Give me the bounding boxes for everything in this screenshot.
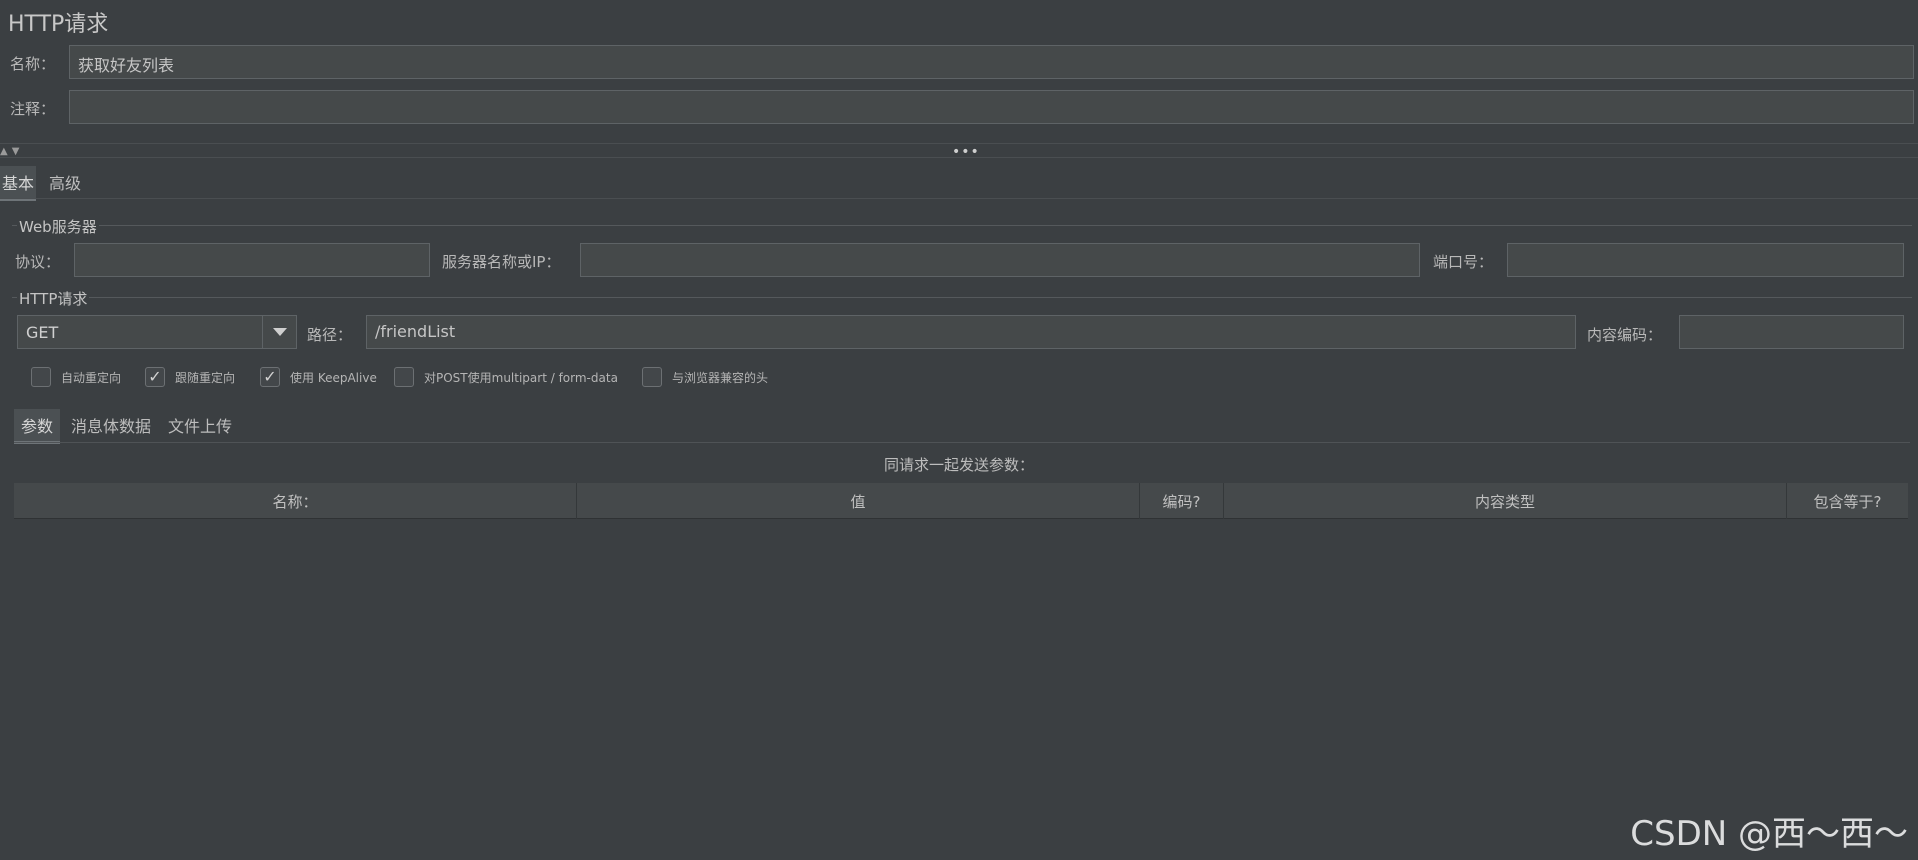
path-input[interactable]: /friendList [366, 315, 1576, 349]
keepalive-label: 使用 KeepAlive [290, 370, 377, 385]
server-name-input[interactable] [580, 243, 1420, 277]
follow-redirect-option[interactable]: ✓ 跟随重定向 [145, 367, 235, 387]
column-encode[interactable]: 编码? [1140, 483, 1224, 519]
column-value[interactable]: 值 [577, 483, 1140, 519]
column-content-type[interactable]: 内容类型 [1224, 483, 1787, 519]
content-encoding-label: 内容编码： [1587, 326, 1663, 344]
auto-redirect-label: 自动重定向 [61, 370, 122, 385]
web-server-group-label: Web服务器 [17, 216, 99, 237]
protocol-label: 协议： [15, 253, 61, 271]
tab-basic[interactable]: 基本 [0, 166, 37, 201]
column-include-equals[interactable]: 包含等于? [1787, 483, 1908, 519]
keepalive-option[interactable]: ✓ 使用 KeepAlive [260, 367, 377, 387]
collapse-arrows-icon[interactable]: ▲▼ [0, 146, 23, 157]
port-input[interactable] [1507, 243, 1904, 277]
tab-parameters[interactable]: 参数 [14, 409, 61, 444]
port-label: 端口号： [1433, 253, 1494, 271]
name-label: 名称： [10, 55, 56, 73]
browser-headers-checkbox[interactable] [642, 367, 662, 387]
content-encoding-input[interactable] [1679, 315, 1904, 349]
browser-headers-option[interactable]: 与浏览器兼容的头 [642, 367, 768, 387]
tab-file-upload[interactable]: 文件上传 [166, 409, 234, 441]
protocol-input[interactable] [74, 243, 430, 277]
keepalive-checkbox[interactable]: ✓ [260, 367, 280, 387]
follow-redirect-checkbox[interactable]: ✓ [145, 367, 165, 387]
comment-input[interactable] [69, 90, 1914, 124]
params-caption: 同请求一起发送参数： [883, 456, 1034, 474]
multipart-label: 对POST使用multipart / form-data [424, 370, 618, 385]
dropdown-arrow-icon[interactable] [262, 316, 296, 348]
watermark: CSDN @西～西～ [1630, 814, 1908, 854]
params-table-header: 名称： 值 编码? 内容类型 包含等于? [14, 483, 1908, 519]
tab-advanced[interactable]: 高级 [47, 166, 83, 198]
path-label: 路径： [307, 326, 353, 344]
name-input[interactable]: 获取好友列表 [69, 45, 1914, 79]
auto-redirect-checkbox[interactable] [31, 367, 51, 387]
http-request-group-label: HTTP请求 [17, 288, 90, 309]
page-title: HTTP请求 [8, 12, 109, 37]
column-name[interactable]: 名称： [14, 483, 577, 519]
browser-headers-label: 与浏览器兼容的头 [672, 370, 769, 385]
tab-body-data[interactable]: 消息体数据 [69, 409, 153, 441]
method-value: GET [26, 323, 59, 342]
server-name-label: 服务器名称或IP： [442, 253, 561, 271]
multipart-option[interactable]: 对POST使用multipart / form-data [394, 367, 618, 387]
multipart-checkbox[interactable] [394, 367, 414, 387]
follow-redirect-label: 跟随重定向 [175, 370, 236, 385]
method-select[interactable]: GET [17, 315, 297, 349]
comment-label: 注释： [10, 100, 56, 118]
auto-redirect-option[interactable]: 自动重定向 [31, 367, 121, 387]
